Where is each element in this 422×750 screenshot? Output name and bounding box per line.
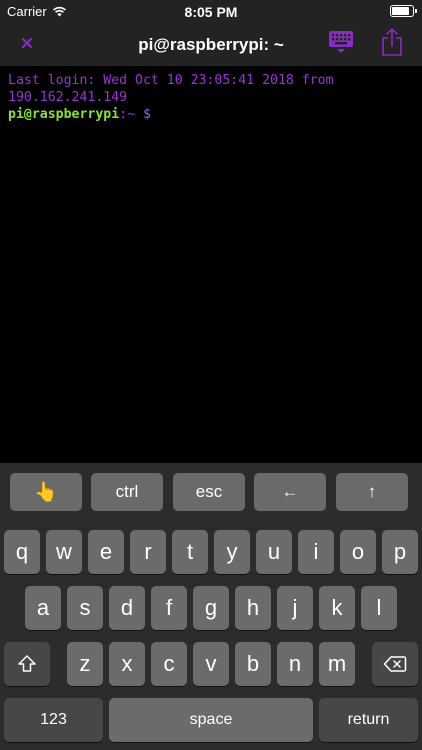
status-time: 8:05 PM (184, 4, 238, 20)
left-arrow-key[interactable]: ← (254, 473, 326, 511)
key-n[interactable]: n (277, 642, 313, 686)
key-i[interactable]: i (298, 530, 334, 574)
keyboard-toggle-icon[interactable] (328, 29, 354, 55)
key-p[interactable]: p (382, 530, 418, 574)
battery-indicator (390, 5, 417, 17)
prompt-symbol: $ (135, 107, 151, 122)
key-t[interactable]: t (172, 530, 208, 574)
key-r[interactable]: r (130, 530, 166, 574)
backspace-key[interactable] (372, 642, 418, 686)
key-f[interactable]: f (151, 586, 187, 630)
prompt-path: :~ (119, 107, 136, 122)
terminal-line: Last login: Wed Oct 10 23:05:41 2018 fro… (8, 73, 334, 88)
return-key[interactable]: return (319, 698, 418, 742)
battery-level (392, 7, 409, 15)
software-keyboard: q w e r t y u i o p a s d f g h j k l z … (0, 521, 422, 750)
key-z[interactable]: z (67, 642, 103, 686)
key-o[interactable]: o (340, 530, 376, 574)
battery-icon (390, 5, 417, 17)
key-u[interactable]: u (256, 530, 292, 574)
key-a[interactable]: a (25, 586, 61, 630)
numbers-key[interactable]: 123 (4, 698, 103, 742)
shift-icon (18, 655, 36, 672)
key-v[interactable]: v (193, 642, 229, 686)
key-m[interactable]: m (319, 642, 355, 686)
terminal-output[interactable]: Last login: Wed Oct 10 23:05:41 2018 fro… (0, 66, 422, 463)
key-w[interactable]: w (46, 530, 82, 574)
pointing-hand-icon: 👆 (34, 482, 58, 503)
space-key[interactable]: space (109, 698, 313, 742)
nav-title: pi@raspberrypi: ~ (138, 35, 284, 54)
terminal-line: 190.162.241.149 (8, 90, 128, 105)
key-x[interactable]: x (109, 642, 145, 686)
key-d[interactable]: d (109, 586, 145, 630)
share-icon[interactable] (380, 27, 404, 57)
key-s[interactable]: s (67, 586, 103, 630)
esc-key[interactable]: esc (173, 473, 245, 511)
key-c[interactable]: c (151, 642, 187, 686)
key-k[interactable]: k (319, 586, 355, 630)
touch-mode-button[interactable]: 👆 (10, 473, 82, 511)
key-l[interactable]: l (361, 586, 397, 630)
nav-bar: pi@raspberrypi: ~ (0, 24, 422, 66)
key-y[interactable]: y (214, 530, 250, 574)
key-g[interactable]: g (193, 586, 229, 630)
status-bar: Carrier 8:05 PM (0, 0, 422, 24)
key-j[interactable]: j (277, 586, 313, 630)
terminal-prompt: pi@raspberrypi:~ $ (8, 106, 414, 123)
key-h[interactable]: h (235, 586, 271, 630)
up-arrow-key[interactable]: ↑ (336, 473, 408, 511)
prompt-user: pi@raspberrypi (8, 107, 120, 122)
key-e[interactable]: e (88, 530, 124, 574)
key-q[interactable]: q (4, 530, 40, 574)
accessory-key-bar: 👆 ctrl esc ← ↑ (0, 463, 422, 521)
key-b[interactable]: b (235, 642, 271, 686)
shift-key[interactable] (4, 642, 50, 686)
ctrl-key[interactable]: ctrl (91, 473, 163, 511)
backspace-icon (383, 656, 407, 672)
